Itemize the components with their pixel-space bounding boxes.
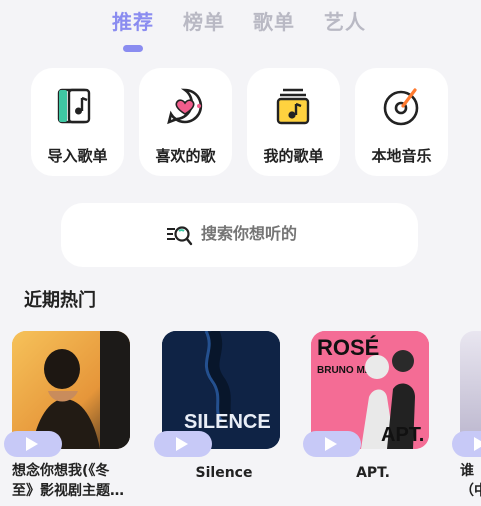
song-title: APT.	[356, 465, 390, 481]
my-playlist-label: 我的歌单	[263, 147, 324, 165]
play-button[interactable]	[4, 431, 62, 457]
import-playlist-button[interactable]: 导入歌单	[31, 68, 124, 176]
search-input[interactable]	[201, 224, 381, 243]
section-title-recent-hot: 近期热门	[24, 290, 96, 311]
play-button[interactable]	[303, 431, 361, 457]
tab-playlists[interactable]: 歌单	[253, 6, 295, 35]
play-icon	[325, 437, 337, 451]
tab-charts[interactable]: 榜单	[183, 6, 225, 35]
cover-text-rose: ROSÉ	[317, 335, 379, 360]
play-button[interactable]	[154, 431, 212, 457]
play-icon	[474, 437, 481, 451]
local-music-label: 本地音乐	[371, 147, 432, 165]
play-icon	[176, 437, 188, 451]
tab-recommend[interactable]: 推荐	[112, 6, 154, 35]
import-playlist-icon	[57, 88, 91, 124]
search-icon	[167, 226, 193, 246]
local-music-button[interactable]: 本地音乐	[355, 68, 448, 176]
quick-actions: 导入歌单 喜欢的歌 我的歌单 本地音乐	[31, 68, 451, 176]
liked-songs-button[interactable]: 喜欢的歌	[139, 68, 232, 176]
import-playlist-label: 导入歌单	[47, 147, 108, 165]
recent-hot-song-list: 想念你想我(《冬 至》影视剧主题… SILENCE Silence ROSÉ B…	[0, 331, 481, 506]
heart-chat-icon	[167, 88, 203, 125]
tab-artists[interactable]: 艺人	[324, 6, 366, 35]
liked-songs-label: 喜欢的歌	[155, 147, 216, 165]
top-tabs: 推荐 榜单 歌单 艺人	[0, 0, 481, 60]
play-icon	[26, 437, 38, 451]
song-title: Silence	[195, 465, 253, 481]
cover-text: SILENCE	[184, 411, 271, 433]
cover-text-apt: APT.	[381, 424, 424, 446]
playlist-icon	[276, 88, 310, 125]
play-button[interactable]	[452, 431, 481, 457]
my-playlist-button[interactable]: 我的歌单	[247, 68, 340, 176]
song-title: 谁 （中	[460, 463, 481, 499]
search-bar[interactable]	[61, 203, 418, 267]
local-disc-icon	[383, 88, 419, 126]
active-tab-indicator	[123, 45, 143, 52]
song-title: 想念你想我(《冬 至》影视剧主题…	[12, 463, 124, 499]
